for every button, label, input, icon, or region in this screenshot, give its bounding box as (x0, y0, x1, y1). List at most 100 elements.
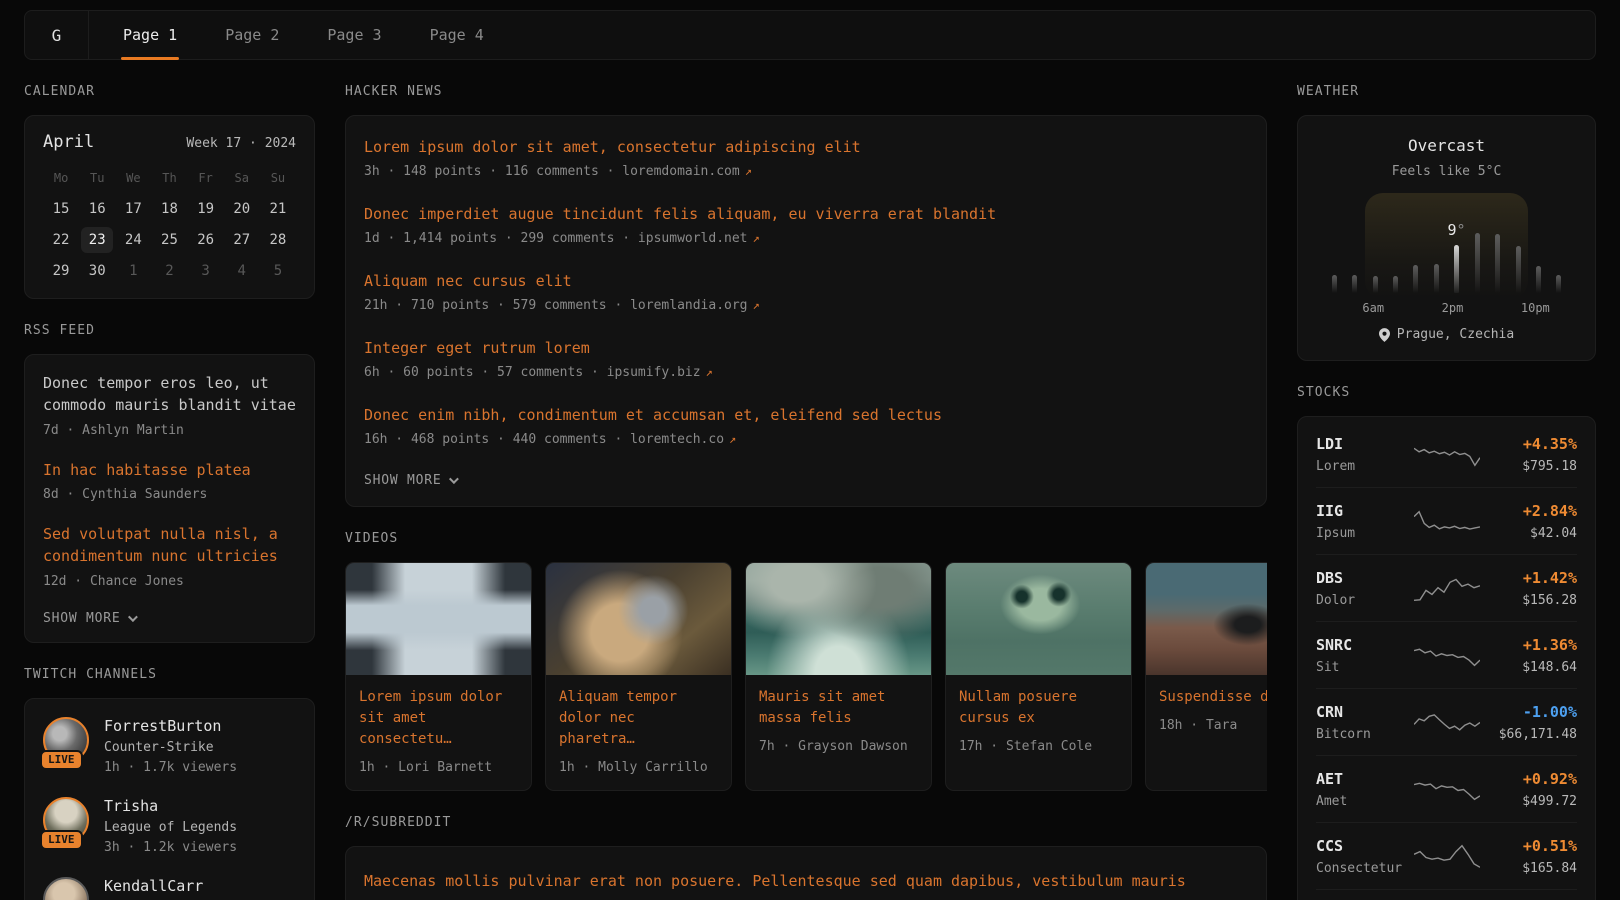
calendar-weekday-label: Th (151, 167, 187, 191)
calendar-day[interactable]: 24 (117, 227, 149, 253)
video-card-body: Lorem ipsum dolor sit amet consectetu… 1… (346, 675, 531, 790)
twitch-channel-info: Trisha League of Legends 3h · 1.2k viewe… (104, 797, 237, 855)
rss-item-title[interactable]: Sed volutpat nulla nisl, a condimentum n… (43, 524, 296, 568)
video-card-body: Suspendisse diam 18h · Tara (1146, 675, 1267, 748)
video-title[interactable]: Suspendisse diam (1159, 687, 1267, 708)
stock-row[interactable]: DBS Dolor +1.42% $156.28 (1316, 554, 1577, 621)
video-card[interactable]: Nullam posuere cursus ex 17h · Stefan Co… (945, 562, 1132, 791)
video-meta: 1h · Molly Carrillo (559, 760, 718, 775)
external-link-icon[interactable]: ↗ (753, 298, 760, 312)
calendar-day[interactable]: 17 (117, 196, 149, 222)
stock-row[interactable]: IIG Ipsum +2.84% $42.04 (1316, 487, 1577, 554)
subreddit-post-title[interactable]: Maecenas mollis pulvinar erat non posuer… (364, 869, 1224, 900)
page-tab[interactable]: Page 2 (201, 11, 303, 59)
video-card-body: Nullam posuere cursus ex 17h · Stefan Co… (946, 675, 1131, 769)
hackernews-item-title[interactable]: Aliquam nec cursus elit (364, 272, 1248, 290)
stock-symbol: CRN (1316, 703, 1414, 721)
calendar-day[interactable]: 2 (153, 258, 185, 284)
video-thumbnail[interactable] (1146, 563, 1267, 675)
calendar-day[interactable]: 30 (81, 258, 113, 284)
page-tab[interactable]: Page 4 (406, 11, 508, 59)
calendar-day[interactable]: 15 (45, 196, 77, 222)
stock-row[interactable]: AET Amet +0.92% $499.72 (1316, 755, 1577, 822)
hackernews-item-meta-text: 21h · 710 points · 579 comments · loreml… (364, 298, 748, 313)
rss-item-meta: 12d · Chance Jones (43, 574, 296, 589)
video-thumbnail[interactable] (346, 563, 531, 675)
stock-row[interactable]: CCS Consectetur +0.51% $165.84 (1316, 822, 1577, 889)
calendar-day[interactable]: 22 (45, 227, 77, 253)
twitch-channel-row[interactable]: LIVE ForrestBurton Counter-Strike 1h · 1… (43, 717, 296, 775)
video-thumbnail[interactable] (546, 563, 731, 675)
external-link-icon[interactable]: ↗ (706, 365, 713, 379)
hackernews-item-title[interactable]: Lorem ipsum dolor sit amet, consectetur … (364, 138, 1248, 156)
calendar-day[interactable]: 21 (262, 196, 294, 222)
calendar-day[interactable]: 5 (262, 258, 294, 284)
hackernews-item-meta-text: 6h · 60 points · 57 comments · ipsumify.… (364, 365, 701, 380)
hackernews-item-title[interactable]: Donec enim nibh, condimentum et accumsan… (364, 406, 1248, 424)
calendar-day[interactable]: 29 (45, 258, 77, 284)
calendar-day[interactable]: 18 (153, 196, 185, 222)
calendar-day[interactable]: 16 (81, 196, 113, 222)
video-title[interactable]: Lorem ipsum dolor sit amet consectetu… (359, 687, 518, 750)
video-title[interactable]: Mauris sit amet massa felis (759, 687, 918, 729)
calendar-weekday-label: Tu (79, 167, 115, 191)
video-card[interactable]: Lorem ipsum dolor sit amet consectetu… 1… (345, 562, 532, 791)
video-card[interactable]: Aliquam tempor dolor nec pharetra… 1h · … (545, 562, 732, 791)
stock-row[interactable]: CRN Bitcorn -1.00% $66,171.48 (1316, 688, 1577, 755)
stock-row[interactable]: SNRC Sit +1.36% $148.64 (1316, 621, 1577, 688)
hackernews-show-more-button[interactable]: SHOW MORE (364, 473, 1248, 488)
twitch-channel-name[interactable]: ForrestBurton (104, 717, 237, 735)
weather-bar-slot (1487, 234, 1507, 293)
calendar-day[interactable]: 4 (226, 258, 258, 284)
hackernews-item-title[interactable]: Integer eget rutrum lorem (364, 339, 1248, 357)
videos-section-label: VIDEOS (345, 531, 1267, 546)
video-card[interactable]: Suspendisse diam 18h · Tara (1145, 562, 1267, 791)
external-link-icon[interactable]: ↗ (745, 164, 752, 178)
calendar-day[interactable]: 20 (226, 196, 258, 222)
rss-item-title[interactable]: In hac habitasse platea (43, 460, 296, 482)
hackernews-item: Donec enim nibh, condimentum et accumsan… (364, 406, 1248, 447)
weather-bar-slot (1385, 276, 1405, 293)
app-logo[interactable]: G (25, 11, 89, 59)
twitch-channel-meta: 3h · 1.2k viewers (104, 840, 237, 855)
stock-values: +1.42% $156.28 (1480, 569, 1578, 608)
video-title[interactable]: Nullam posuere cursus ex (959, 687, 1118, 729)
stock-row[interactable]: LDI Lorem +4.35% $795.18 (1316, 421, 1577, 487)
rss-show-more-button[interactable]: SHOW MORE (43, 611, 296, 626)
video-thumbnail[interactable] (746, 563, 931, 675)
twitch-channel-row[interactable]: KendallCarr (43, 877, 296, 900)
weather-bar-slot (1365, 276, 1385, 293)
page-tab[interactable]: Page 3 (303, 11, 405, 59)
calendar-day[interactable]: 26 (190, 227, 222, 253)
hackernews-item-title[interactable]: Donec imperdiet augue tincidunt felis al… (364, 205, 1248, 223)
weather-hour-label (1324, 301, 1343, 315)
calendar-day[interactable]: 25 (153, 227, 185, 253)
calendar-day[interactable]: 23 (81, 227, 113, 253)
stock-id: CRN Bitcorn (1316, 703, 1414, 742)
video-card[interactable]: Mauris sit amet massa felis 7h · Grayson… (745, 562, 932, 791)
video-thumbnail[interactable] (946, 563, 1131, 675)
hackernews-item-meta-text: 16h · 468 points · 440 comments · loremt… (364, 432, 724, 447)
calendar-day[interactable]: 28 (262, 227, 294, 253)
calendar-day[interactable]: 19 (190, 196, 222, 222)
weather-bar-slot (1406, 265, 1426, 293)
calendar-day[interactable]: 1 (117, 258, 149, 284)
twitch-channel-name[interactable]: KendallCarr (104, 877, 203, 895)
stock-id: SNRC Sit (1316, 636, 1414, 675)
twitch-channel-name[interactable]: Trisha (104, 797, 237, 815)
hackernews-item-meta: 1d · 1,414 points · 299 comments · ipsum… (364, 231, 1248, 246)
calendar-day[interactable]: 27 (226, 227, 258, 253)
twitch-channel-row[interactable]: LIVE Trisha League of Legends 3h · 1.2k … (43, 797, 296, 855)
weather-bar (1495, 234, 1500, 293)
rss-item: Sed volutpat nulla nisl, a condimentum n… (43, 524, 296, 589)
external-link-icon[interactable]: ↗ (729, 432, 736, 446)
stock-price: $66,171.48 (1480, 727, 1578, 742)
stock-change-percent: +0.92% (1480, 770, 1578, 788)
page-tab[interactable]: Page 1 (99, 11, 201, 59)
stock-row[interactable]: AHS +0.46% (1316, 889, 1577, 900)
calendar-day[interactable]: 3 (190, 258, 222, 284)
video-title[interactable]: Aliquam tempor dolor nec pharetra… (559, 687, 718, 750)
rss-item-title[interactable]: Donec tempor eros leo, ut commodo mauris… (43, 373, 296, 417)
weather-hourly-chart: 9° 6am2pm10pm (1324, 193, 1569, 315)
external-link-icon[interactable]: ↗ (753, 231, 760, 245)
